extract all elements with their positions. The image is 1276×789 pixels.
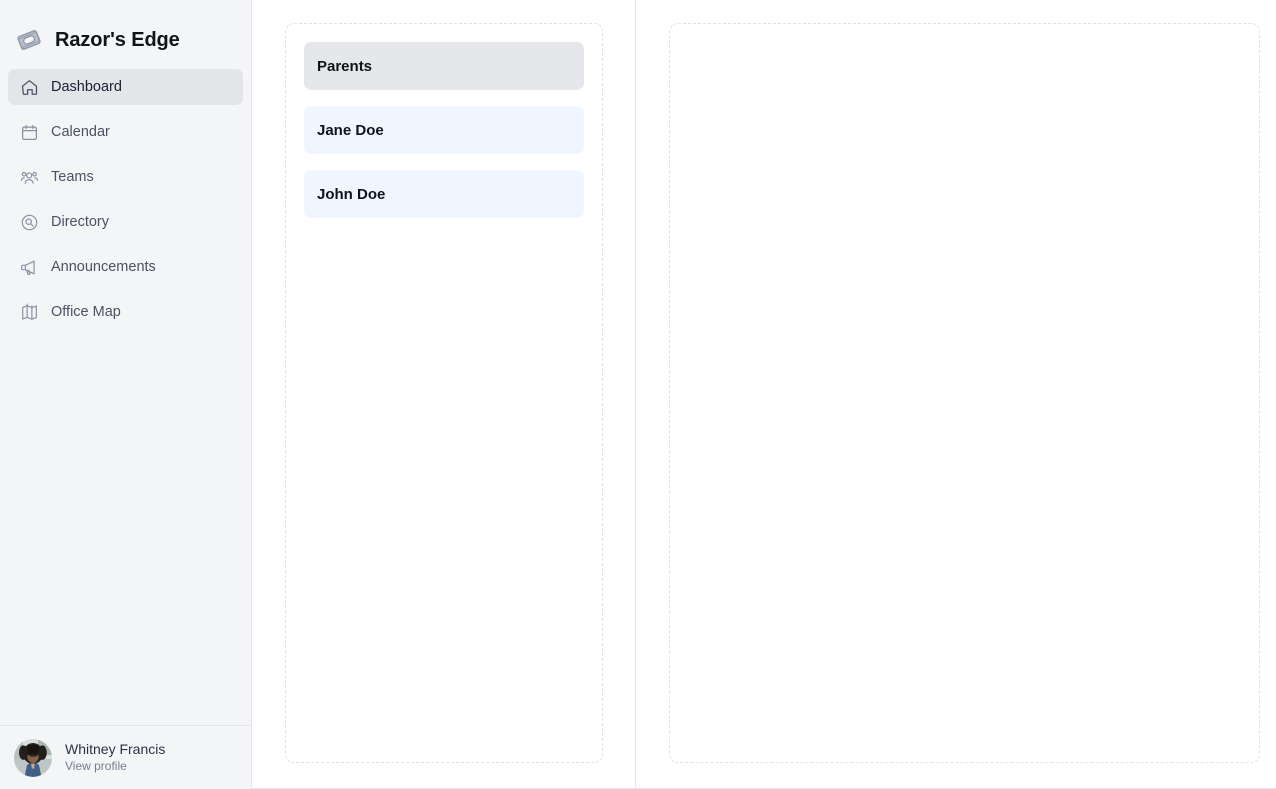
home-icon: [20, 78, 39, 97]
map-icon: [20, 303, 39, 322]
card-label: Jane Doe: [317, 121, 384, 139]
users-group-icon: [20, 168, 39, 187]
view-profile-link[interactable]: View profile: [65, 759, 165, 773]
sidebar-item-teams[interactable]: Teams: [8, 159, 243, 195]
app-root: Razor's Edge Dashboard Calendar Teams Di…: [0, 0, 1276, 789]
sidebar-item-label: Dashboard: [51, 78, 122, 95]
card-group[interactable]: Parents: [304, 42, 584, 90]
card-person[interactable]: John Doe: [304, 170, 584, 218]
right-column: [636, 0, 1276, 789]
calendar-icon: [20, 123, 39, 142]
search-circle-icon: [20, 213, 39, 232]
left-dropzone[interactable]: Parents Jane Doe John Doe: [285, 23, 603, 763]
profile-text: Whitney Francis View profile: [65, 740, 166, 774]
sidebar-item-label: Office Map: [51, 303, 121, 320]
brand: Razor's Edge: [0, 0, 251, 62]
sidebar-item-label: Calendar: [51, 123, 110, 140]
brand-title: Razor's Edge: [55, 28, 180, 51]
card-list: Parents Jane Doe John Doe: [304, 42, 584, 218]
razor-blade-icon: [14, 25, 44, 55]
sidebar-item-announcements[interactable]: Announcements: [8, 249, 243, 285]
profile-section[interactable]: Whitney Francis View profile: [0, 725, 251, 789]
left-column: Parents Jane Doe John Doe: [252, 0, 636, 789]
main-content: Parents Jane Doe John Doe: [252, 0, 1276, 789]
sidebar-item-directory[interactable]: Directory: [8, 204, 243, 240]
sidebar-item-label: Announcements: [51, 258, 156, 275]
sidebar-item-label: Directory: [51, 213, 110, 230]
sidebar: Razor's Edge Dashboard Calendar Teams Di…: [0, 0, 252, 789]
sidebar-item-dashboard[interactable]: Dashboard: [8, 69, 243, 105]
right-dropzone[interactable]: [669, 23, 1260, 763]
profile-name: Whitney Francis: [65, 740, 166, 757]
card-person[interactable]: Jane Doe: [304, 106, 584, 154]
megaphone-icon: [20, 258, 39, 277]
sidebar-item-office-map[interactable]: Office Map: [8, 294, 243, 330]
sidebar-nav: Dashboard Calendar Teams Directory Annou…: [0, 69, 251, 338]
sidebar-item-calendar[interactable]: Calendar: [8, 114, 243, 150]
card-label: Parents: [317, 57, 373, 75]
sidebar-item-label: Teams: [51, 168, 94, 185]
avatar: [14, 738, 52, 777]
card-label: John Doe: [317, 185, 386, 203]
